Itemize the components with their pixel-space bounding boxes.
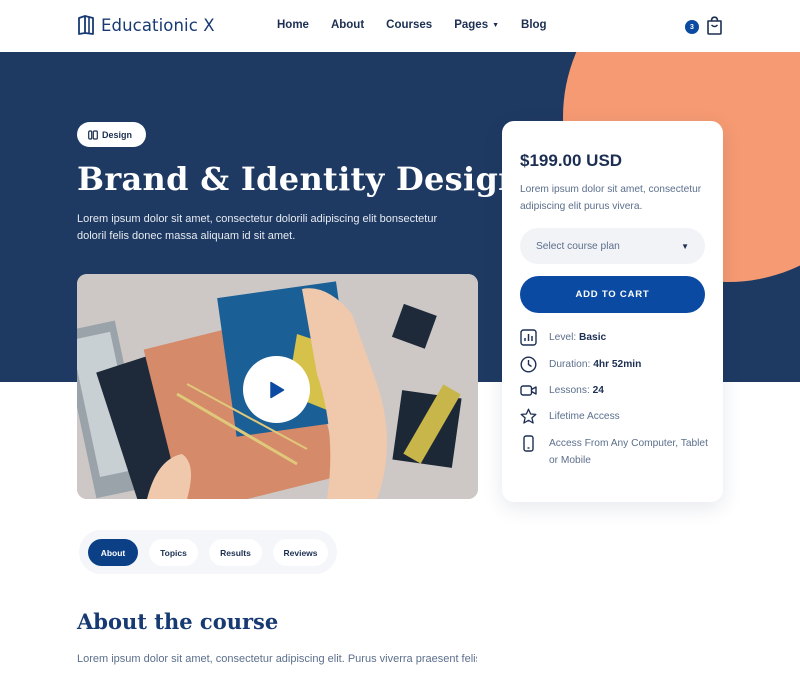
nav-blog[interactable]: Blog	[521, 19, 547, 31]
video-camera-icon	[520, 385, 537, 396]
brand-name: Educationic X	[101, 15, 215, 35]
book-icon	[78, 15, 94, 35]
duration-label: Duration:	[549, 359, 591, 370]
cart-count-badge[interactable]: 3	[685, 20, 699, 34]
nav-courses[interactable]: Courses	[386, 19, 432, 31]
level-value: Basic	[579, 332, 607, 343]
course-video[interactable]	[77, 274, 478, 499]
play-button[interactable]	[243, 356, 310, 423]
course-plan-select[interactable]: Select course plan ▼	[520, 228, 705, 264]
tab-reviews[interactable]: Reviews	[273, 539, 328, 566]
select-placeholder: Select course plan	[536, 240, 620, 252]
nav-pages-label: Pages	[454, 19, 489, 31]
category-badge[interactable]: Design	[77, 122, 147, 147]
nav-blog-label: Blog	[521, 19, 547, 31]
badge-label: Design	[102, 129, 133, 140]
mobile-phone-icon	[523, 435, 534, 452]
nav-about-label: About	[330, 19, 365, 31]
clock-icon	[520, 356, 537, 373]
about-section-title: About the course	[77, 609, 279, 634]
feature-lifetime: Lifetime Access	[520, 408, 620, 425]
star-icon	[520, 408, 537, 424]
access-label: Access From Any Computer, Tablet or Mobi…	[549, 438, 708, 466]
nav-home-label: Home	[277, 19, 309, 31]
add-to-cart-button[interactable]: ADD TO CART	[520, 276, 705, 313]
columns-icon	[88, 129, 98, 140]
main-nav: Home About Courses Pages ▼ Blog	[277, 19, 569, 31]
feature-access: Access From Any Computer, Tablet or Mobi…	[520, 435, 714, 469]
tab-about[interactable]: About	[88, 539, 138, 566]
course-price: $199.00 USD	[520, 151, 623, 170]
brand-logo[interactable]: Educationic X	[77, 15, 215, 35]
course-purchase-card: $199.00 USD Lorem ipsum dolor sit amet, …	[502, 121, 723, 502]
lessons-value: 24	[592, 385, 604, 396]
card-description: Lorem ipsum dolor sit amet, consectetur …	[520, 184, 702, 212]
tab-results[interactable]: Results	[209, 539, 262, 566]
nav-about[interactable]: About	[331, 19, 364, 31]
lifetime-label: Lifetime Access	[549, 411, 620, 422]
feature-duration: Duration: 4hr 52min	[520, 356, 641, 373]
course-tabs: About Topics Results Reviews	[79, 530, 337, 574]
feature-lessons: Lessons: 24	[520, 382, 604, 399]
site-header: Educationic X Home About Courses Pages ▼ …	[0, 0, 800, 52]
feature-level: Level: Basic	[520, 329, 606, 346]
caret-down-icon: ▼	[492, 21, 500, 29]
bar-chart-icon	[520, 329, 537, 346]
about-section-text: Lorem ipsum dolor sit amet, consectetur …	[77, 653, 477, 665]
level-label: Level:	[549, 332, 577, 343]
caret-down-icon: ▼	[681, 241, 689, 251]
nav-home[interactable]: Home	[277, 19, 309, 31]
lessons-label: Lessons:	[549, 385, 590, 396]
shopping-bag-icon[interactable]	[706, 16, 723, 35]
course-title: Brand & Identity Design	[77, 160, 522, 198]
play-icon	[269, 381, 284, 398]
tab-topics[interactable]: Topics	[149, 539, 198, 566]
nav-courses-label: Courses	[386, 19, 433, 31]
course-description: Lorem ipsum dolor sit amet, consectetur …	[77, 213, 438, 242]
duration-value: 4hr 52min	[593, 359, 642, 370]
nav-pages[interactable]: Pages ▼	[454, 19, 499, 31]
